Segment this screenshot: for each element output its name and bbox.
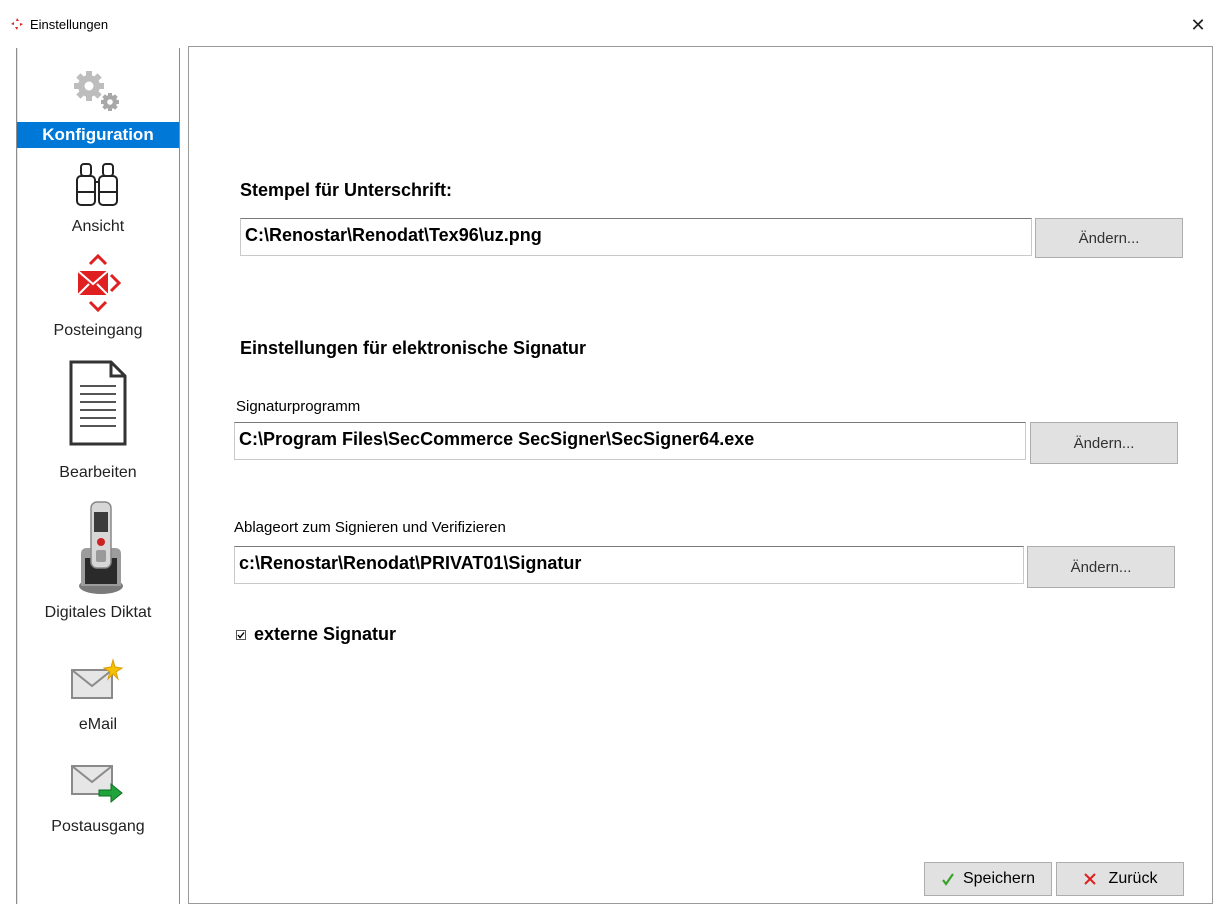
storage-location-field[interactable]: c:\Renostar\Renodat\PRIVAT01\Signatur (234, 546, 1024, 584)
signature-program-label: Signaturprogramm (236, 398, 361, 415)
checkmark-icon (237, 631, 245, 639)
sidebar-item-postausgang[interactable]: Postausgang (17, 760, 179, 842)
sidebar-item-ansicht[interactable]: Ansicht (17, 158, 179, 240)
storage-location-label: Ablageort zum Signieren und Verifizieren (234, 519, 506, 536)
dictation-device-icon (79, 501, 123, 594)
sidebar-item-label: eMail (78, 716, 118, 733)
storage-location-change-button[interactable]: Ändern... (1027, 546, 1175, 588)
sidebar-item-label: Ansicht (71, 218, 125, 235)
close-icon (1083, 873, 1096, 885)
signature-program-field[interactable]: C:\Program Files\SecCommerce SecSigner\S… (234, 422, 1026, 460)
sidebar-item-label: Postausgang (51, 818, 145, 835)
sidebar-item-email[interactable]: eMail (17, 658, 179, 740)
sidebar-item-label: Konfiguration (17, 122, 179, 148)
sidebar: Konfiguration Ansicht Posteingang Bearbe… (16, 48, 180, 904)
window-title: Einstellungen (30, 17, 109, 32)
sidebar-item-posteingang[interactable]: Posteingang (17, 254, 179, 346)
back-button[interactable]: Zurück (1056, 862, 1184, 896)
stamp-change-button[interactable]: Ändern... (1035, 218, 1183, 258)
close-icon: ✕ (1190, 14, 1206, 35)
app-logo-icon (11, 18, 23, 30)
sidebar-item-digitales-diktat[interactable]: Digitales Diktat (17, 496, 179, 626)
stamp-section-title: Stempel für Unterschrift: (240, 180, 453, 200)
external-signature-row[interactable]: externe Signatur (236, 624, 396, 645)
external-signature-checkbox[interactable] (236, 629, 246, 640)
document-icon (69, 360, 127, 446)
sidebar-item-label: Digitales Diktat (44, 604, 152, 621)
close-button[interactable]: ✕ (1175, 8, 1221, 42)
sidebar-item-bearbeiten[interactable]: Bearbeiten (17, 360, 179, 488)
external-signature-label: externe Signatur (254, 624, 397, 644)
binoculars-icon (76, 163, 118, 206)
stamp-path-field[interactable]: C:\Renostar\Renodat\Tex96\uz.png (240, 218, 1032, 256)
save-button[interactable]: Speichern (924, 862, 1052, 896)
checkmark-icon (942, 873, 954, 886)
gears-icon (74, 71, 119, 111)
sidebar-item-label: Posteingang (53, 322, 143, 339)
title-bar: Einstellungen ✕ (0, 0, 1221, 46)
sidebar-item-label: Bearbeiten (59, 464, 137, 481)
signature-program-change-button[interactable]: Ändern... (1030, 422, 1178, 464)
new-mail-icon (71, 658, 124, 699)
sidebar-item-konfiguration[interactable]: Konfiguration (17, 66, 179, 152)
inbox-envelope-icon (77, 254, 121, 312)
settings-panel (188, 46, 1213, 904)
signature-section-title: Einstellungen für elektronische Signatur (240, 338, 587, 358)
outbox-envelope-icon (71, 765, 123, 804)
save-button-label: Speichern (962, 870, 1036, 887)
back-button-label: Zurück (1108, 870, 1158, 887)
